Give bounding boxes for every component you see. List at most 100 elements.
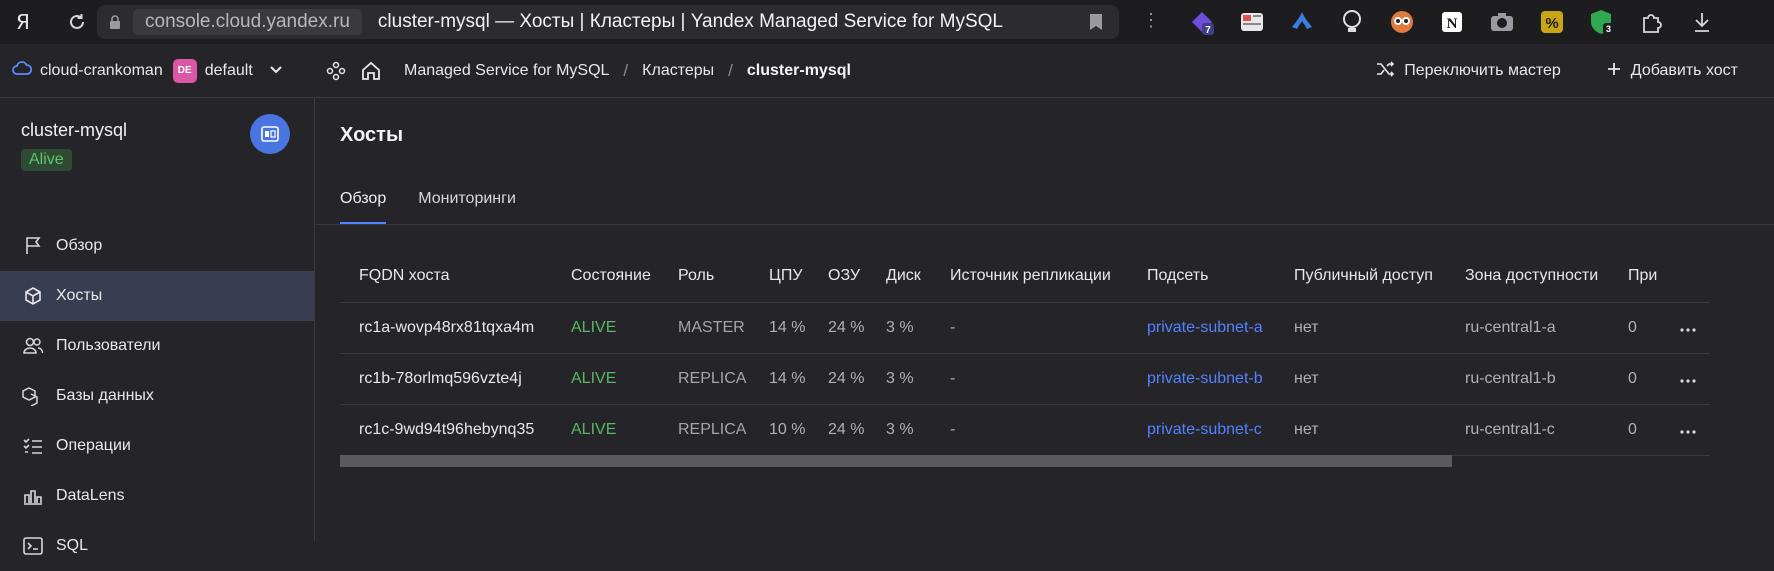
table-row[interactable]: rc1b-78orlmq596vzte4j ALIVE REPLICA 14 %… [340,352,1710,404]
host-priority: 0 [1628,403,1680,456]
sidebar-item-hosts[interactable]: Хосты [0,271,314,321]
host-state: ALIVE [571,403,678,456]
switch-master-label: Переключить мастер [1404,62,1561,79]
datalens-icon [22,485,44,507]
column-header[interactable]: Состояние [571,250,678,302]
ext-bulb-icon[interactable] [1336,6,1368,38]
column-header[interactable]: Источник репликации [950,250,1147,302]
sidebar-item-users[interactable]: Пользователи [0,321,314,371]
add-host-button[interactable]: Добавить хост [1607,62,1738,81]
home-icon[interactable] [360,60,382,87]
host-subnet-link[interactable]: private-subnet-c [1147,403,1294,456]
breadcrumb-service[interactable]: Managed Service for MySQL [404,62,609,80]
host-ram: 24 % [828,403,886,456]
breadcrumb-separator: / [728,61,733,80]
row-menu-icon[interactable] [1680,403,1710,456]
tab-bar: Обзор Мониторинги [340,190,548,224]
ext-glasses-icon[interactable] [1386,6,1418,38]
sidebar-item-label: SQL [56,537,89,554]
reload-icon[interactable] [64,9,90,35]
sidebar-item-overview[interactable]: Обзор [0,221,314,271]
ext-shield-3-icon[interactable]: 3 [1586,6,1618,38]
host-zone: ru-central1-c [1465,403,1628,456]
ext-camera-icon[interactable] [1486,6,1518,38]
sidebar-item-sql[interactable]: SQL [0,521,314,571]
host-priority: 0 [1628,352,1680,404]
column-header[interactable]: ЦПУ [769,250,828,302]
mysql-service-icon [250,114,290,154]
address-bar[interactable]: console.cloud.yandex.ru cluster-mysql — … [97,5,1119,39]
folder-avatar: DE [172,58,197,83]
services-icon[interactable] [326,61,346,86]
folder-name[interactable]: default [205,62,253,80]
column-header[interactable]: Роль [678,250,769,302]
add-host-label: Добавить хост [1630,62,1738,79]
tab-monitoring[interactable]: Мониторинги [418,190,516,224]
svg-text:3: 3 [1606,24,1611,34]
host-role: REPLICA [678,403,769,456]
ext-notion-icon[interactable]: N [1436,6,1468,38]
host-fqdn: rc1a-wovp48rx81tqxa4m [340,301,571,353]
cluster-name: cluster-mysql [21,120,128,140]
host-disk: 3 % [886,352,950,404]
ext-percent-icon[interactable]: % [1536,6,1568,38]
cloud-name[interactable]: cloud-crankoman [40,62,163,80]
column-header[interactable]: Диск [886,250,950,302]
lock-icon[interactable] [109,13,123,31]
host-priority: 0 [1628,301,1680,353]
host-subnet-link[interactable]: private-subnet-a [1147,301,1294,353]
host-ram: 24 % [828,352,886,404]
address-domain[interactable]: console.cloud.yandex.ru [133,9,362,35]
status-badge: Alive [21,149,72,171]
column-header[interactable]: При [1628,250,1680,302]
horizontal-scrollbar[interactable] [340,455,1452,467]
breadcrumb-current: cluster-mysql [746,62,851,79]
column-header[interactable]: ОЗУ [828,250,886,302]
breadcrumb-clusters[interactable]: Кластеры [642,62,714,80]
column-header[interactable]: Зона доступности [1465,250,1628,302]
sidebar-item-operations[interactable]: Операции [0,421,314,471]
operations-icon [22,435,44,457]
sidebar-item-label: Обзор [56,237,103,254]
host-public-access: нет [1294,403,1465,456]
tab-overview[interactable]: Обзор [340,190,387,224]
host-replication-source: - [950,403,1147,456]
yandex-logo-icon[interactable]: Я [10,9,36,35]
switch-master-button[interactable]: Переключить мастер [1376,60,1561,82]
svg-text:7: 7 [1205,25,1211,36]
ext-blue-logo-icon[interactable] [1286,6,1318,38]
column-header[interactable]: Публичный доступ [1294,250,1465,302]
host-cpu: 14 % [769,301,828,353]
table-row[interactable]: rc1c-9wd94t96hebynq35 ALIVE REPLICA 10 %… [340,403,1710,456]
page-title: Хосты [340,124,404,146]
hosts-table: FQDN хоста Состояние Роль ЦПУ ОЗУ Диск И… [340,250,1730,456]
sidebar-item-datalens[interactable]: DataLens [0,471,314,521]
app-header: cloud-crankoman DE default Managed Servi… [0,44,1774,98]
cloud-switcher[interactable]: cloud-crankoman DE default [12,58,283,83]
sidebar-item-label: DataLens [56,487,125,504]
row-menu-icon[interactable] [1680,301,1710,353]
page-tab-title: cluster-mysql — Хосты | Кластеры | Yande… [377,11,1004,32]
sidebar: cluster-mysql Alive Обзор Хосты Пользова… [0,98,315,555]
download-icon[interactable] [1686,6,1718,38]
sidebar-item-label: Операции [56,437,131,454]
ext-puzzle-icon[interactable] [1636,6,1668,38]
host-fqdn: rc1c-9wd94t96hebynq35 [340,403,571,456]
browser-menu-icon[interactable]: ⋮ [1142,10,1160,30]
sidebar-item-databases[interactable]: Базы данных [0,371,314,421]
bookmark-icon[interactable] [1089,13,1103,36]
breadcrumb: Managed Service for MySQL / Кластеры / c… [404,44,851,98]
host-subnet-link[interactable]: private-subnet-b [1147,352,1294,404]
ext-7-icon[interactable]: 7 [1186,6,1218,38]
main-content: Хосты Обзор Мониторинги FQDN хоста Состо… [316,98,1774,541]
flag-icon [22,235,44,257]
table-row[interactable]: rc1a-wovp48rx81tqxa4m ALIVE MASTER 14 % … [340,301,1710,353]
ext-rss-icon[interactable] [1236,6,1268,38]
host-cpu: 10 % [769,403,828,456]
table-header-row: FQDN хоста Состояние Роль ЦПУ ОЗУ Диск И… [340,250,1710,302]
breadcrumb-separator: / [623,61,629,80]
column-header[interactable]: Подсеть [1147,250,1294,302]
chevron-down-icon[interactable] [269,62,283,80]
row-menu-icon[interactable] [1680,352,1710,404]
column-header[interactable]: FQDN хоста [340,250,571,302]
